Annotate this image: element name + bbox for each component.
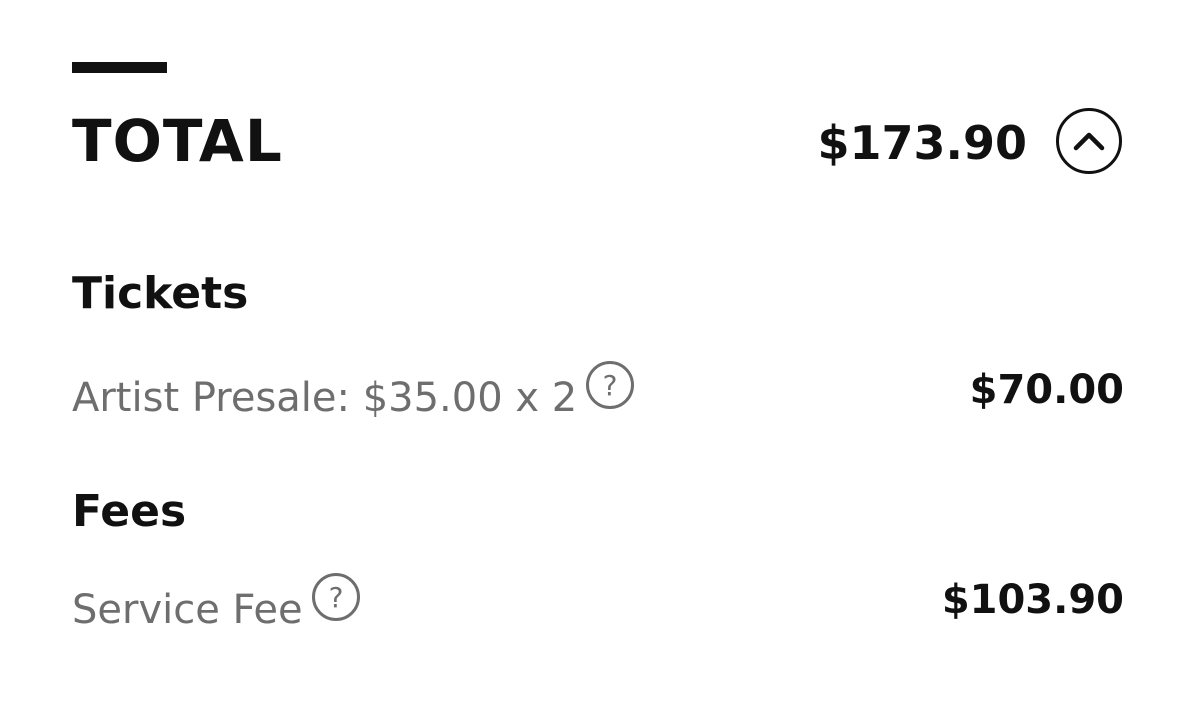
chevron-up-icon xyxy=(1073,132,1105,151)
fee-line-label: Service Fee xyxy=(72,587,303,633)
svg-text:?: ? xyxy=(603,369,618,402)
header-accent-bar xyxy=(72,62,167,73)
ticket-line-amount: $70.00 xyxy=(969,367,1124,413)
tickets-heading: Tickets xyxy=(72,268,249,319)
ticket-line-label: Artist Presale: $35.00 x 2 xyxy=(72,375,578,421)
ticket-line-item: Artist Presale: $35.00 x 2 ? xyxy=(72,361,635,424)
svg-text:?: ? xyxy=(328,581,343,614)
fee-line-item: Service Fee ? xyxy=(72,573,361,636)
fees-heading: Fees xyxy=(72,486,187,537)
collapse-summary-button[interactable] xyxy=(1056,108,1122,174)
ticket-help-icon[interactable]: ? xyxy=(585,360,635,410)
total-amount: $173.90 xyxy=(817,116,1027,170)
fee-help-icon[interactable]: ? xyxy=(311,572,361,622)
total-label: TOTAL xyxy=(72,107,283,175)
fee-line-amount: $103.90 xyxy=(941,577,1124,623)
